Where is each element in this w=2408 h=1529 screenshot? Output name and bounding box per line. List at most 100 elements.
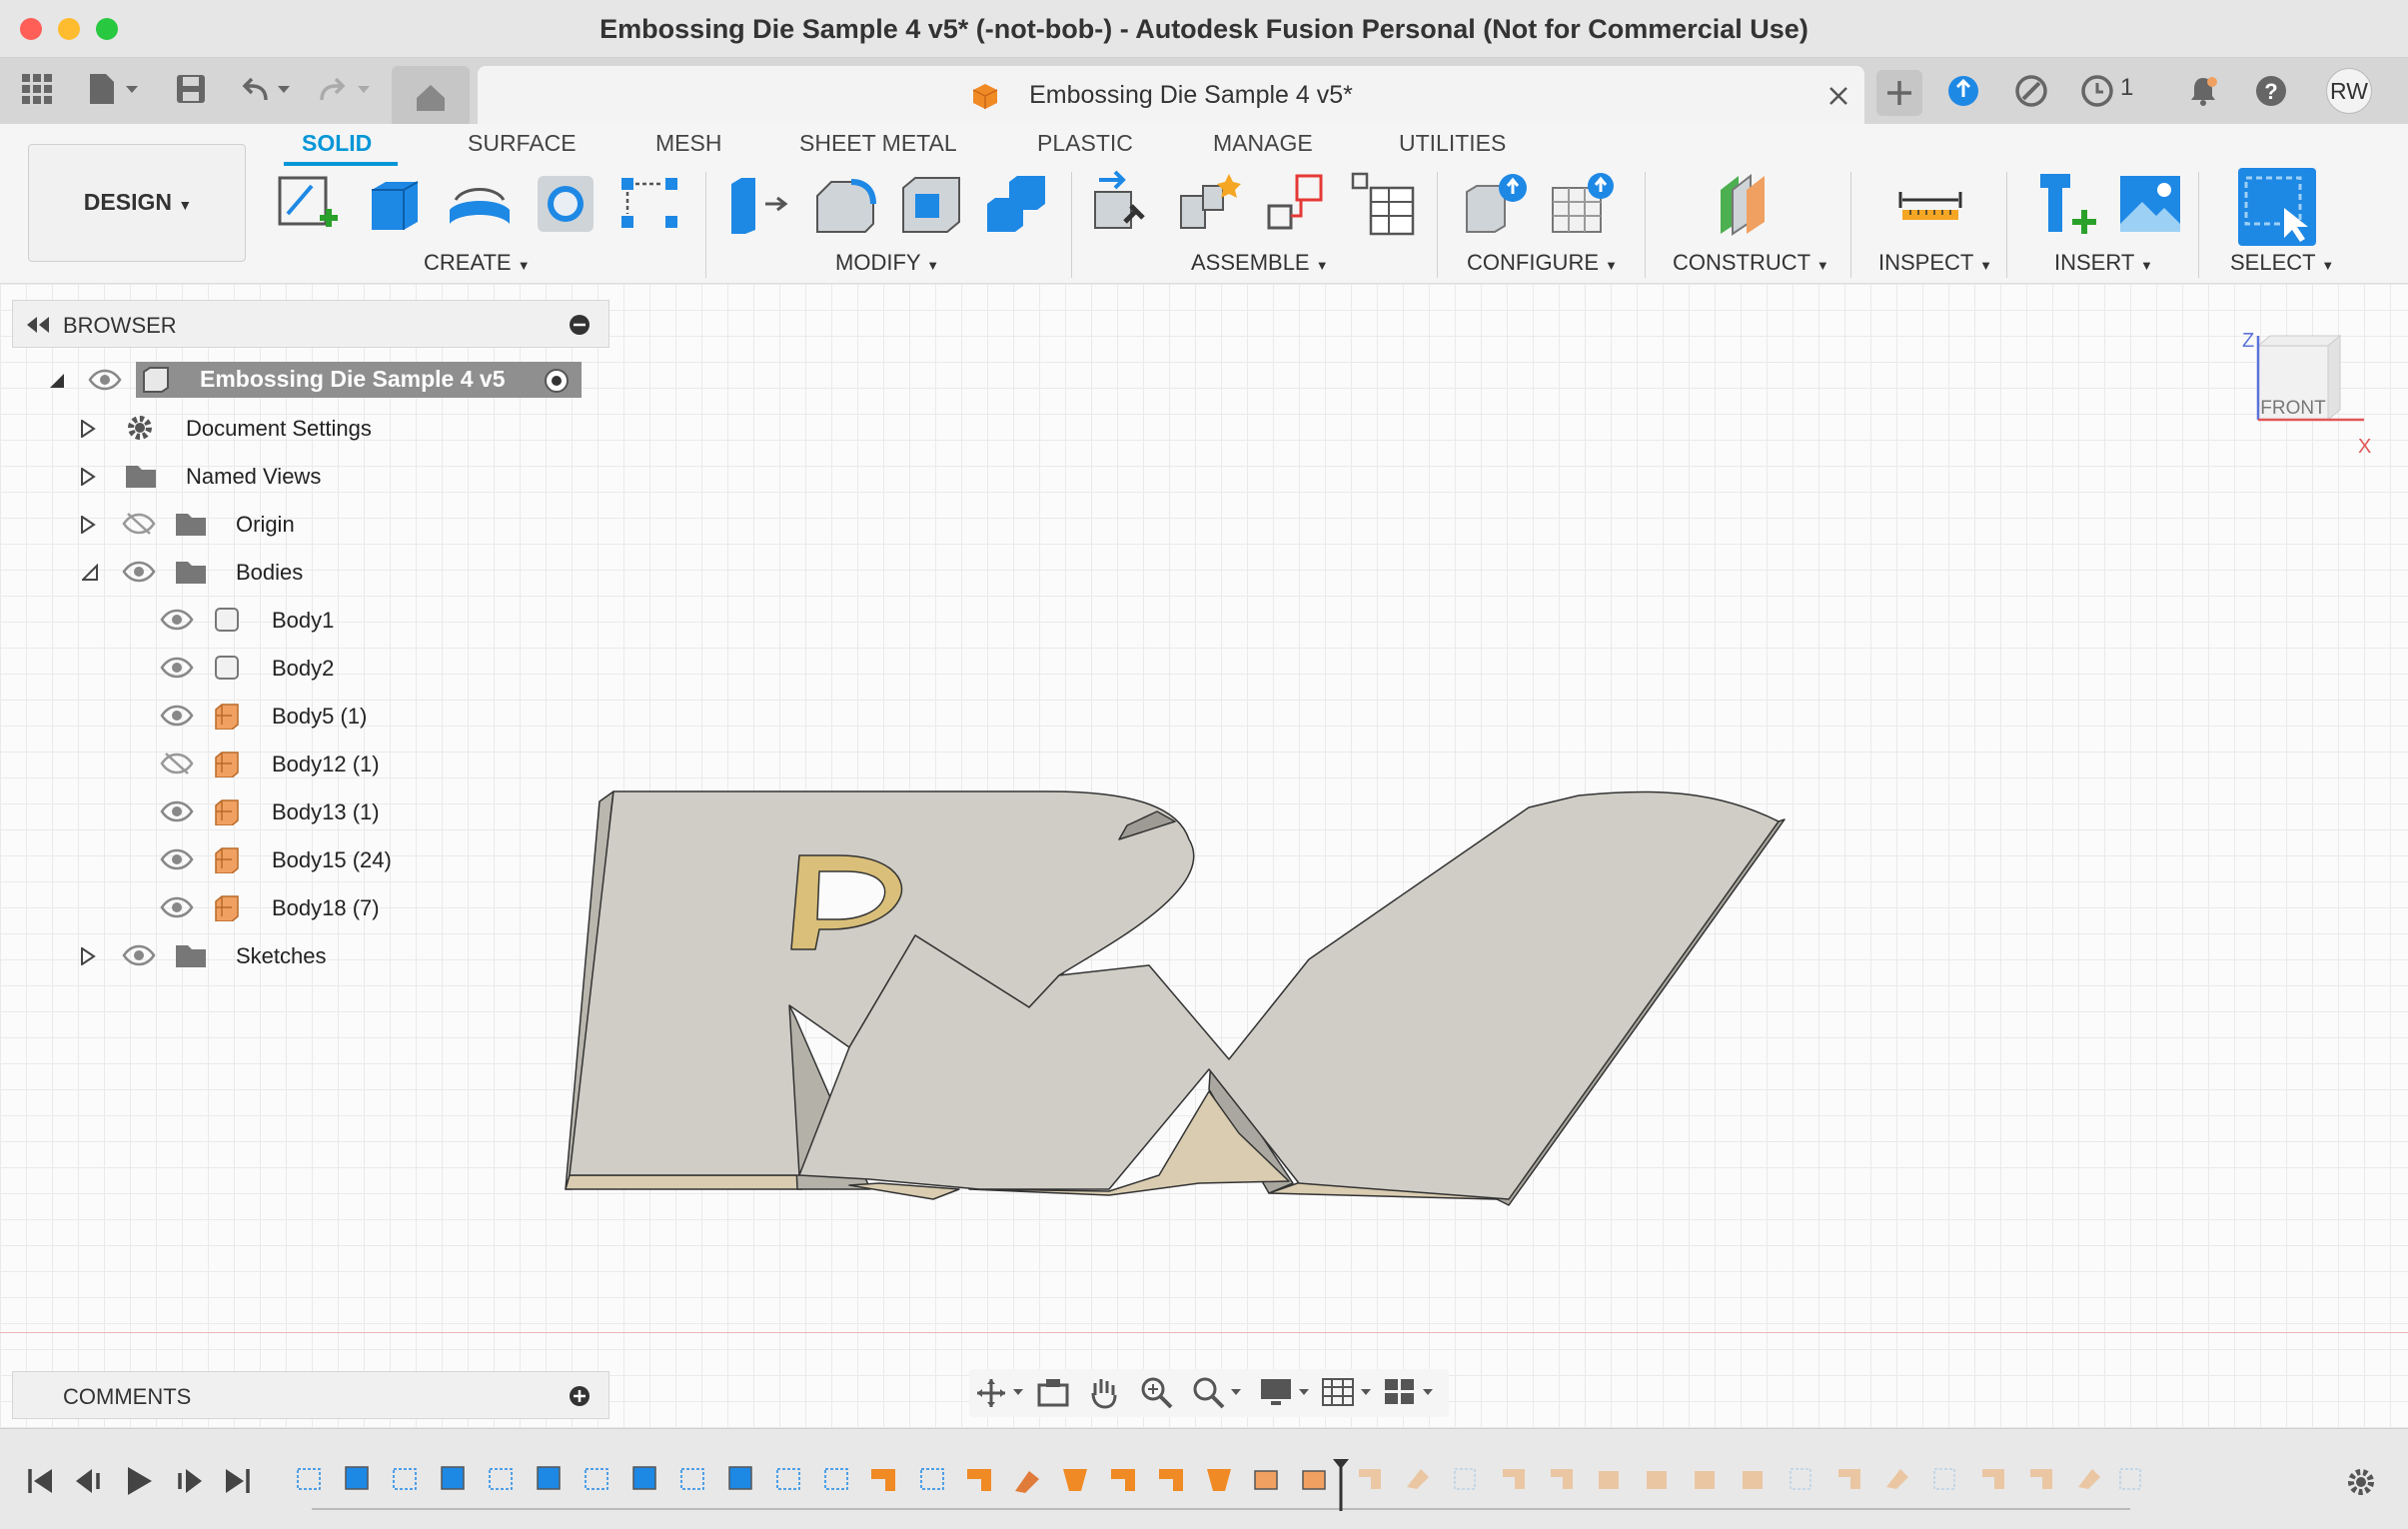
joint-icon[interactable] (1177, 170, 1245, 238)
home-tab[interactable] (392, 66, 470, 124)
ribbon-tab-surface[interactable]: SURFACE (468, 130, 577, 157)
view-cube[interactable]: Z X FRONT (2242, 330, 2371, 458)
hole-icon[interactable] (532, 170, 600, 238)
browser-item-named-views[interactable]: Named Views (80, 456, 360, 496)
expand-arrow-icon[interactable] (80, 420, 96, 438)
ribbon-tab-plastic[interactable]: PLASTIC (1037, 130, 1133, 157)
visibility-eye-icon[interactable] (160, 704, 194, 728)
browser-body-row[interactable]: Body2 (156, 648, 352, 688)
create-sketch-icon[interactable] (274, 170, 342, 238)
timeline-settings-gear-icon[interactable] (2344, 1465, 2378, 1499)
orbit-icon[interactable] (975, 1377, 1023, 1409)
view-cube-face-front[interactable]: FRONT (2258, 398, 2328, 420)
browser-panel-header[interactable]: BROWSER (12, 300, 609, 348)
help-icon[interactable]: ? (2254, 74, 2288, 113)
visibility-eye-icon[interactable] (88, 368, 122, 392)
pattern-icon[interactable] (615, 170, 683, 238)
undo-icon[interactable] (240, 72, 296, 111)
revolve-icon[interactable] (446, 170, 514, 238)
viewports-icon[interactable] (1383, 1375, 1437, 1411)
configure-menu[interactable]: CONFIGURE ▼ (1467, 250, 1618, 276)
browser-item-origin[interactable]: Origin (80, 504, 330, 544)
browser-body-row[interactable]: Body5 (1) (156, 696, 386, 736)
active-radio-icon[interactable] (544, 368, 570, 394)
extrude-icon[interactable] (362, 170, 430, 238)
grid-settings-icon[interactable] (1321, 1375, 1375, 1411)
insert-canvas-icon[interactable] (2116, 170, 2184, 238)
expand-arrow-icon[interactable] (80, 468, 96, 486)
data-panel-grid-icon[interactable] (20, 72, 54, 111)
configure-design-icon[interactable] (1463, 170, 1531, 238)
combine-icon[interactable] (983, 170, 1051, 238)
hidden-eye-icon[interactable] (122, 512, 156, 536)
file-menu-icon[interactable] (86, 72, 142, 111)
timeline-first-icon[interactable] (26, 1467, 54, 1495)
press-pull-icon[interactable] (725, 170, 793, 238)
offset-plane-icon[interactable] (1713, 170, 1781, 238)
collapse-panel-icon[interactable] (23, 315, 51, 335)
construct-menu[interactable]: CONSTRUCT ▼ (1673, 250, 1829, 276)
select-menu[interactable]: SELECT ▼ (2230, 250, 2334, 276)
notifications-bell-icon[interactable] (2186, 74, 2220, 113)
browser-body-row[interactable]: Body13 (1) (156, 791, 396, 831)
new-component-icon[interactable] (1091, 170, 1159, 238)
ribbon-tab-solid[interactable]: SOLID (302, 130, 372, 157)
browser-body-row[interactable]: Body18 (7) (156, 887, 396, 927)
job-status-icon[interactable] (2080, 74, 2114, 113)
plus-circle-icon[interactable] (569, 1385, 591, 1407)
display-settings-icon[interactable] (1259, 1375, 1313, 1411)
expand-arrow-icon[interactable] (80, 947, 96, 965)
redo-icon[interactable] (316, 72, 372, 111)
inspect-menu[interactable]: INSPECT ▼ (1878, 250, 1992, 276)
visibility-eye-icon[interactable] (160, 847, 194, 871)
fillet-icon[interactable] (811, 170, 879, 238)
modify-menu[interactable]: MODIFY ▼ (835, 250, 939, 276)
insert-mcmaster-icon[interactable] (2032, 170, 2100, 238)
timeline-features[interactable] (292, 1457, 2150, 1513)
timeline-play-icon[interactable] (124, 1465, 154, 1497)
rw-embossing-die-model[interactable] (550, 779, 1799, 1219)
ribbon-tab-utilities[interactable]: UTILITIES (1399, 130, 1506, 157)
browser-root-row[interactable]: Embossing Die Sample 4 v5 (44, 362, 584, 398)
close-tab-icon[interactable] (1826, 84, 1850, 108)
workspace-switcher[interactable]: DESIGN ▼ (28, 144, 246, 262)
expand-arrow-icon[interactable] (80, 516, 96, 534)
select-tool-button[interactable] (2238, 168, 2316, 246)
configuration-table-icon[interactable] (1549, 170, 1617, 238)
pan-hand-icon[interactable] (1087, 1375, 1121, 1411)
timeline-next-icon[interactable] (174, 1467, 204, 1495)
user-avatar[interactable]: RW (2326, 68, 2372, 114)
document-tab[interactable]: Embossing Die Sample 4 v5* (478, 66, 1864, 124)
browser-item-document-settings[interactable]: Document Settings (80, 408, 410, 448)
visibility-eye-icon[interactable] (160, 895, 194, 919)
ribbon-tab-sheet-metal[interactable]: SHEET METAL (799, 130, 957, 157)
visibility-eye-icon[interactable] (160, 656, 194, 680)
comments-panel-header[interactable]: COMMENTS (12, 1371, 609, 1419)
visibility-eye-icon[interactable] (122, 560, 156, 584)
online-status-icon[interactable] (1946, 74, 1980, 113)
create-menu[interactable]: CREATE ▼ (424, 250, 531, 276)
minus-circle-icon[interactable] (569, 314, 591, 336)
timeline-last-icon[interactable] (224, 1467, 252, 1495)
zoom-icon[interactable] (1139, 1375, 1175, 1411)
browser-body-row[interactable]: Body12 (1) (156, 744, 396, 783)
bill-of-materials-icon[interactable] (1349, 170, 1417, 238)
insert-menu[interactable]: INSERT ▼ (2054, 250, 2153, 276)
browser-item-bodies[interactable]: Bodies (80, 552, 330, 592)
visibility-eye-icon[interactable] (160, 608, 194, 632)
as-built-joint-icon[interactable] (1263, 170, 1331, 238)
save-icon[interactable] (174, 72, 208, 111)
new-tab-button[interactable] (1876, 70, 1922, 116)
collapse-arrow-icon[interactable] (48, 372, 66, 390)
timeline-previous-icon[interactable] (74, 1467, 104, 1495)
measure-icon[interactable] (1896, 170, 1964, 238)
browser-body-row[interactable]: Body15 (24) (156, 839, 412, 879)
shell-icon[interactable] (897, 170, 965, 238)
visibility-eye-icon[interactable] (160, 799, 194, 823)
look-at-icon[interactable] (1037, 1377, 1069, 1409)
visibility-eye-icon[interactable] (122, 943, 156, 967)
extensions-icon[interactable] (2014, 74, 2048, 113)
collapse-arrow-icon[interactable] (82, 564, 98, 582)
ribbon-tab-mesh[interactable]: MESH (655, 130, 721, 157)
ribbon-tab-manage[interactable]: MANAGE (1213, 130, 1313, 157)
